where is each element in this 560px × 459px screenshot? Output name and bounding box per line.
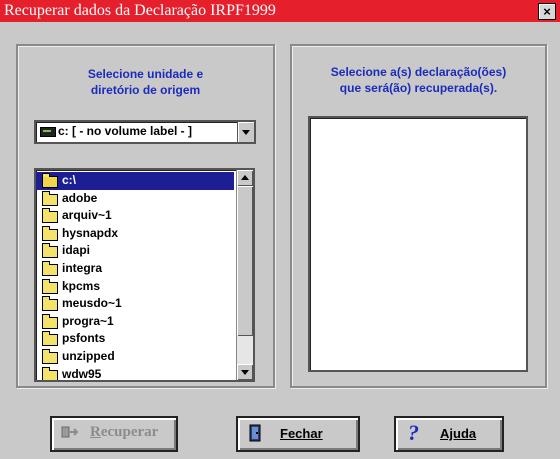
folder-icon <box>42 296 58 312</box>
folder-icon <box>42 348 58 364</box>
source-panel: Selecione unidade e diretório de origem … <box>16 44 275 388</box>
directory-item-label: meusdo~1 <box>62 296 122 311</box>
recuperar-label: Recuperar <box>90 424 159 440</box>
directory-item[interactable]: unzipped <box>36 348 234 366</box>
directory-item-label: hysnapdx <box>62 225 119 240</box>
directory-list[interactable]: c:\ adobe arquiv~1 hysnapdx idapi integra kpcm… <box>34 168 255 382</box>
directory-item-label: progra~1 <box>62 313 114 328</box>
folder-icon <box>42 208 58 224</box>
help-icon: ? <box>408 420 419 445</box>
folder-icon <box>42 225 58 241</box>
directory-item[interactable]: arquiv~1 <box>36 207 234 225</box>
directory-item[interactable]: integra <box>36 260 234 278</box>
door-exit-icon <box>249 424 261 442</box>
directory-item[interactable]: meusdo~1 <box>36 295 234 313</box>
fechar-button[interactable]: Fechar <box>236 416 360 452</box>
declaration-panel: Selecione a(s) declaração(ões) que será(… <box>290 44 547 388</box>
scroll-up-button[interactable] <box>237 170 253 186</box>
directory-item[interactable]: c:\ <box>36 172 234 190</box>
directory-item[interactable]: hysnapdx <box>36 225 234 243</box>
directory-item-label: idapi <box>62 243 91 258</box>
directory-item[interactable]: progra~1 <box>36 313 234 331</box>
directory-item[interactable]: wdw95 <box>36 366 234 381</box>
folder-icon <box>42 190 58 206</box>
scroll-thumb[interactable] <box>237 186 253 336</box>
declaration-label-line2: que será(ão) recuperada(s). <box>339 81 498 95</box>
folder-icon <box>42 243 58 259</box>
source-label-line1: Selecione unidade e <box>87 67 204 81</box>
folder-open-icon <box>42 173 58 188</box>
fechar-label: Fechar <box>280 426 323 441</box>
directory-item-label: arquiv~1 <box>62 208 112 223</box>
directory-item[interactable]: idapi <box>36 242 234 260</box>
directory-item-label: integra <box>62 260 103 275</box>
drive-select-value: c: [ - no volume label - ] <box>58 124 193 138</box>
ajuda-label: Ajuda <box>440 426 477 441</box>
folder-icon <box>42 260 58 276</box>
window-title: Recuperar dados da Declaração IRPF1999 <box>4 2 276 19</box>
directory-item-label: psfonts <box>62 331 106 346</box>
chevron-down-icon[interactable] <box>237 122 254 142</box>
directory-items: c:\ adobe arquiv~1 hysnapdx idapi integra kpcm… <box>36 172 234 381</box>
directory-item[interactable]: kpcms <box>36 278 234 296</box>
directory-item-label: wdw95 <box>62 366 102 381</box>
close-icon: × <box>543 4 551 19</box>
drive-select[interactable]: c: [ - no volume label - ] <box>34 120 256 144</box>
folder-icon <box>42 313 58 329</box>
folder-icon <box>42 331 58 347</box>
folder-icon <box>42 366 58 380</box>
declaration-label-line1: Selecione a(s) declaração(ões) <box>330 65 507 79</box>
directory-item[interactable]: adobe <box>36 190 234 208</box>
declaration-panel-label: Selecione a(s) declaração(ões) que será(… <box>292 64 545 96</box>
recover-icon <box>61 426 79 438</box>
source-label-line2: diretório de origem <box>90 83 201 97</box>
scroll-down-button[interactable] <box>237 364 253 380</box>
close-button[interactable]: × <box>538 3 556 20</box>
directory-scrollbar[interactable] <box>236 170 253 380</box>
directory-item-label: unzipped <box>62 348 115 363</box>
directory-item[interactable]: psfonts <box>36 330 234 348</box>
directory-item-label: adobe <box>62 190 98 205</box>
drive-icon <box>40 127 56 137</box>
directory-item-label: c:\ <box>62 173 77 187</box>
title-bar: Recuperar dados da Declaração IRPF1999 × <box>0 0 560 22</box>
folder-icon <box>42 278 58 294</box>
declaration-list[interactable] <box>308 116 528 372</box>
ajuda-button[interactable]: ? Ajuda <box>394 416 504 452</box>
directory-item-label: kpcms <box>62 278 101 293</box>
recuperar-button[interactable]: Recuperar <box>50 416 178 452</box>
source-panel-label: Selecione unidade e diretório de origem <box>18 66 273 98</box>
